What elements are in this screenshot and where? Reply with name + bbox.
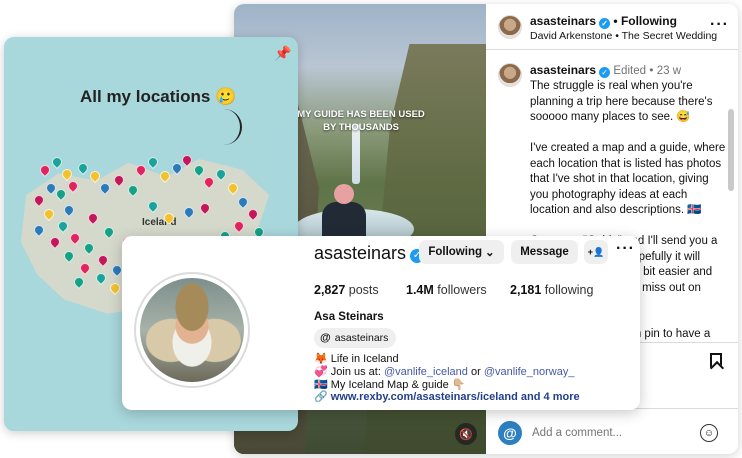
add-person-button[interactable]: +👤 (584, 240, 608, 264)
caption-header: asasteinars ✓ Edited • 23 w (530, 63, 681, 78)
emoji-icon[interactable]: ☺ (700, 424, 718, 442)
map-pin (75, 160, 91, 176)
profile-avatar-ring[interactable] (134, 272, 250, 388)
more-options-icon[interactable]: ··· (710, 16, 729, 34)
separator: • (613, 14, 618, 28)
profile-username: asasteinars ✓ (314, 243, 425, 264)
more-options-icon[interactable]: ··· (616, 240, 635, 258)
comment-input[interactable] (532, 421, 692, 445)
photo-caption: MY GUIDE HAS BEEN USED BY THOUSANDS (297, 109, 425, 133)
post-header-user: asasteinars ✓ • Following (530, 14, 677, 29)
stat-label: following (544, 283, 594, 297)
external-link[interactable]: 🔗 www.rexby.com/asasteinars/iceland and … (314, 390, 580, 403)
mention-link[interactable]: @vanlife_iceland (384, 366, 468, 378)
message-button[interactable]: Message (511, 240, 578, 264)
mute-icon[interactable]: 🔇 (455, 423, 477, 445)
map-pin (37, 162, 53, 178)
bio-text: 💞 Join us at: (314, 366, 384, 378)
edited-label: Edited (613, 65, 646, 77)
chevron-down-icon: ⌄ (485, 247, 495, 259)
verified-icon: ✓ (599, 67, 611, 78)
posts-stat: 2,827 posts (314, 283, 379, 297)
stat-value: 2,827 (314, 283, 346, 297)
threads-icon: @ (320, 332, 331, 344)
pin-icon: 📌 (274, 45, 292, 61)
post-age: 23 w (656, 65, 682, 77)
post-header: asasteinars ✓ • Following David Arkenston… (486, 4, 738, 50)
following-stat[interactable]: 2,181 following (510, 283, 593, 297)
following-label[interactable]: Following (621, 14, 677, 28)
scrollbar[interactable] (728, 109, 734, 191)
profile-name: Asa Steinars (314, 311, 384, 323)
stat-label: followers (437, 283, 487, 297)
threads-badge[interactable]: @ asasteinars (314, 328, 397, 348)
audio-subtitle[interactable]: David Arkenstone • The Secret Wedding (530, 30, 717, 42)
profile-username-text: asasteinars (314, 243, 407, 263)
add-person-icon: +👤 (587, 246, 605, 257)
bio-line: 💞 Join us at: @vanlife_iceland or @vanli… (314, 365, 574, 378)
external-link-text: www.rexby.com/asasteinars/iceland and 4 … (330, 391, 580, 403)
mention-link[interactable]: @vanlife_norway_ (484, 366, 575, 378)
comment-bar: @ ☺ (486, 408, 738, 454)
map-pin (145, 154, 161, 170)
separator: • (649, 65, 654, 77)
map-pin (49, 154, 65, 170)
following-button[interactable]: Following ⌄ (419, 240, 504, 264)
message-button-label: Message (520, 246, 569, 258)
bio-line: 🦊 Life in Iceland (314, 353, 399, 365)
stat-label: posts (348, 283, 379, 297)
arrow-icon (220, 109, 242, 145)
avatar[interactable] (498, 15, 522, 39)
stat-value: 2,181 (510, 283, 542, 297)
profile-card: asasteinars ✓ Following ⌄ Message +👤 ··· … (122, 236, 640, 410)
link-icon: 🔗 (314, 391, 328, 403)
threads-handle: asasteinars (334, 332, 389, 344)
profile-avatar (140, 278, 244, 382)
bookmark-icon[interactable] (710, 353, 722, 368)
avatar[interactable] (498, 63, 522, 87)
hiker-head (334, 184, 354, 204)
post-username[interactable]: asasteinars (530, 14, 596, 28)
avatar: @ (498, 421, 522, 445)
bio-text: or (467, 366, 484, 378)
caption-username[interactable]: asasteinars (530, 63, 596, 77)
stat-value: 1.4M (406, 283, 434, 297)
followers-stat[interactable]: 1.4M followers (406, 283, 487, 297)
verified-icon: ✓ (599, 18, 611, 29)
following-button-label: Following (428, 246, 482, 258)
map-title: All my locations 🥲 (80, 87, 237, 106)
